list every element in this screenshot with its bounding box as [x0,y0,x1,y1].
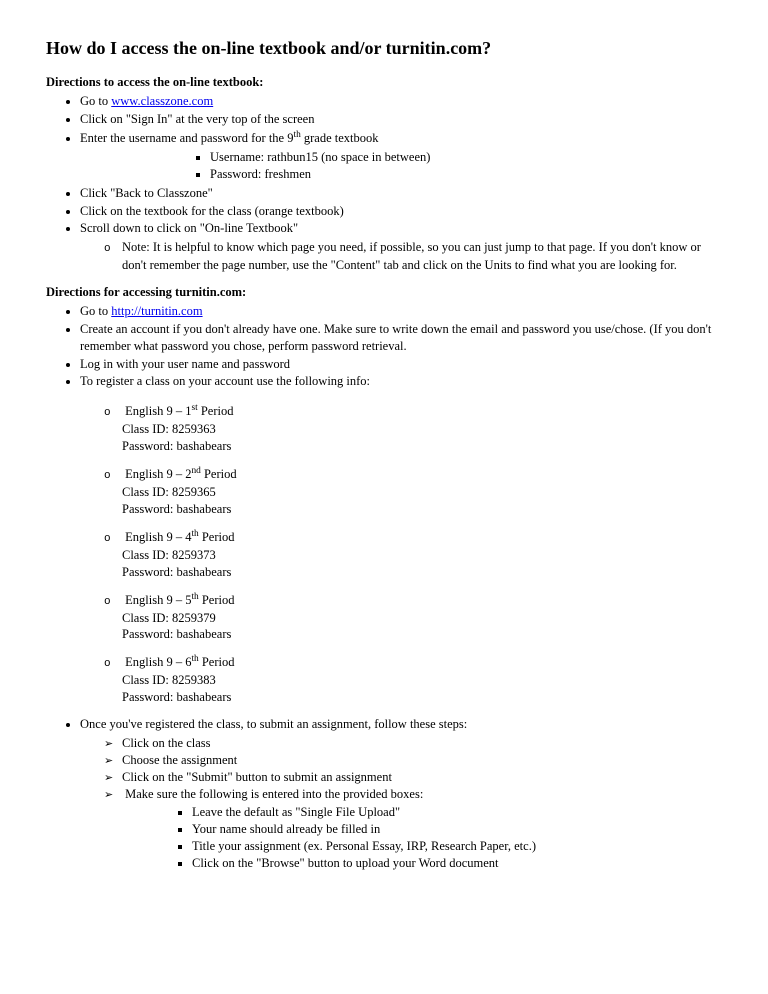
box-step: Your name should already be filled in [192,821,722,838]
period-pw: Password: bashabears [122,565,231,579]
period-name-pre: English 9 – 1 [125,404,191,418]
document-page: How do I access the on-line textbook and… [0,0,768,994]
s2-create: Create an account if you don't already h… [80,321,722,355]
period-pw: Password: bashabears [122,439,231,453]
period-sup: nd [191,466,200,476]
box-step: Title your assignment (ex. Personal Essa… [192,838,722,855]
s1-back: Click "Back to Classzone" [80,185,722,202]
periods-list: English 9 – 1st Period Class ID: 8259363… [80,402,722,706]
s1-scroll: Scroll down to click on "On-line Textboo… [80,220,722,274]
period-name-post: Period [199,655,235,669]
s1-orange: Click on the textbook for the class (ora… [80,203,722,220]
s1-note: Note: It is helpful to know which page y… [122,239,722,274]
submit-step: Choose the assignment [122,752,722,769]
box-steps-list: Leave the default as "Single File Upload… [122,804,722,872]
box-step: Click on the "Browse" button to upload y… [192,855,722,872]
s1-creds: Enter the username and password for the … [80,129,722,183]
s1-scroll-text: Scroll down to click on "On-line Textboo… [80,221,298,235]
period-name-pre: English 9 – 4 [125,530,191,544]
period-sup: th [191,529,198,539]
period-name-pre: English 9 – 6 [125,655,191,669]
period-sup: th [191,592,198,602]
period-item: English 9 – 5th Period Class ID: 8259379… [122,591,722,644]
s1-creds-post: grade textbook [301,131,379,145]
period-name-post: Period [199,593,235,607]
submit-step: Make sure the following is entered into … [122,786,722,872]
s1-signin: Click on "Sign In" at the very top of th… [80,111,722,128]
period-item: English 9 – 1st Period Class ID: 8259363… [122,402,722,455]
submit-step: Click on the "Submit" button to submit a… [122,769,722,786]
period-item: English 9 – 4th Period Class ID: 8259373… [122,528,722,581]
box-step: Leave the default as "Single File Upload… [192,804,722,821]
period-item: English 9 – 6th Period Class ID: 8259383… [122,653,722,706]
period-id: Class ID: 8259363 [122,422,216,436]
s1-username: Username: rathbun15 (no space in between… [210,149,722,166]
s1-goto-prefix: Go to [80,94,111,108]
submit-step-text: Make sure the following is entered into … [125,787,423,801]
period-pw: Password: bashabears [122,627,231,641]
section2-heading: Directions for accessing turnitin.com: [46,284,722,301]
period-id: Class ID: 8259365 [122,485,216,499]
s1-creds-pre: Enter the username and password for the … [80,131,293,145]
period-name-post: Period [201,467,237,481]
period-name-pre: English 9 – 5 [125,593,191,607]
s1-goto: Go to www.classzone.com [80,93,722,110]
s1-creds-sup: th [293,130,300,140]
section1-heading: Directions to access the on-line textboo… [46,74,722,91]
s2-goto-prefix: Go to [80,304,111,318]
s1-note-list: Note: It is helpful to know which page y… [80,239,722,274]
period-name-pre: English 9 – 2 [125,467,191,481]
period-sup: th [191,654,198,664]
period-name-post: Period [198,404,234,418]
period-id: Class ID: 8259373 [122,548,216,562]
period-pw: Password: bashabears [122,502,231,516]
period-name-post: Period [199,530,235,544]
period-pw: Password: bashabears [122,690,231,704]
period-item: English 9 – 2nd Period Class ID: 8259365… [122,465,722,518]
s2-register-text: To register a class on your account use … [80,374,370,388]
s1-password: Password: freshmen [210,166,722,183]
period-id: Class ID: 8259379 [122,611,216,625]
s2-submit-intro: Once you've registered the class, to sub… [80,717,467,731]
page-title: How do I access the on-line textbook and… [46,36,722,60]
submit-steps-list: Click on the class Choose the assignment… [80,735,722,872]
s2-submit: Once you've registered the class, to sub… [80,716,722,872]
submit-step: Click on the class [122,735,722,752]
s2-register: To register a class on your account use … [80,373,722,706]
turnitin-link[interactable]: http://turnitin.com [111,304,202,318]
section2-list: Go to http://turnitin.com Create an acco… [46,303,722,872]
classzone-link[interactable]: www.classzone.com [111,94,213,108]
s2-goto: Go to http://turnitin.com [80,303,722,320]
s1-creds-sublist: Username: rathbun15 (no space in between… [80,149,722,183]
period-id: Class ID: 8259383 [122,673,216,687]
s2-login: Log in with your user name and password [80,356,722,373]
section1-list: Go to www.classzone.com Click on "Sign I… [46,93,722,274]
